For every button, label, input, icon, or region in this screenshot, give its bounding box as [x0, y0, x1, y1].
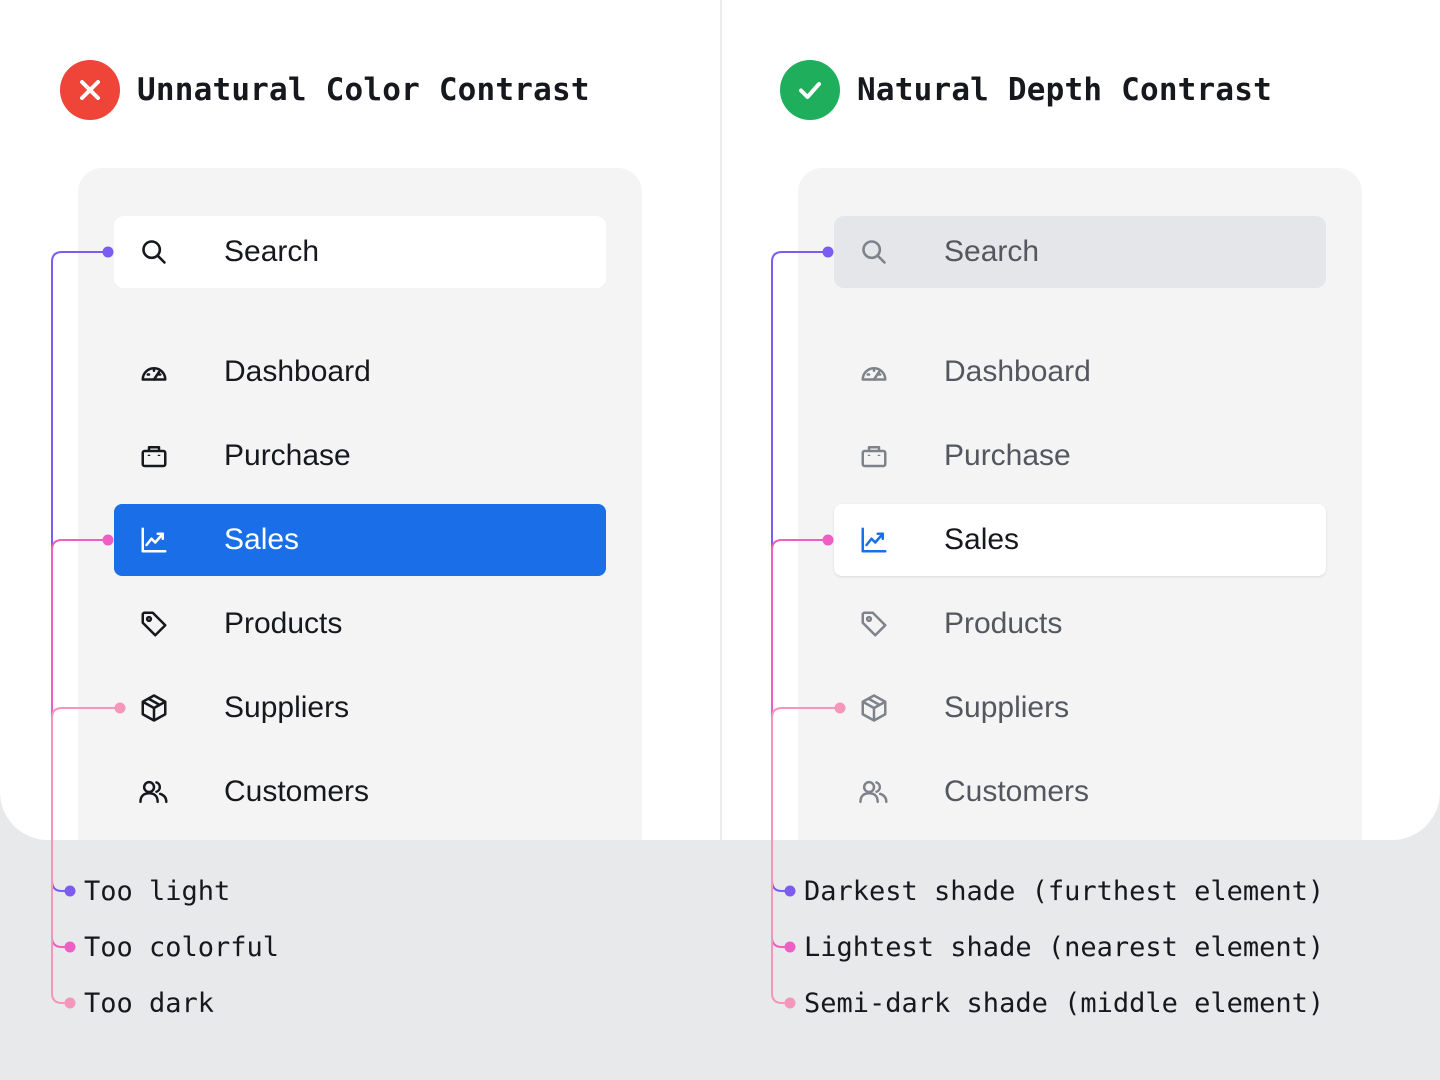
left-heading: Unnatural Color Contrast [60, 60, 590, 120]
annotation-semi-dark-shade: Semi-dark shade (middle element) [804, 988, 1325, 1019]
connector-dot [784, 997, 796, 1009]
tag-icon [858, 608, 890, 640]
sidebar-item-suppliers[interactable]: Suppliers [114, 672, 606, 744]
sidebar-item-customers[interactable]: Customers [114, 756, 606, 828]
sidebar-item-label: Dashboard [944, 355, 1091, 388]
sidebar-item-label: Purchase [224, 439, 351, 472]
trending-chart-icon [138, 524, 170, 556]
trending-chart-icon [858, 524, 890, 556]
search-label: Search [944, 235, 1040, 268]
sidebar-item-purchase[interactable]: Purchase [114, 420, 606, 492]
sidebar-item-products[interactable]: Products [834, 588, 1326, 660]
right-sidebar-panel: Search Dashboard Purchase Sales Products [798, 168, 1362, 840]
sidebar-item-products[interactable]: Products [114, 588, 606, 660]
annotation-too-light: Too light [84, 876, 231, 907]
annotation-darkest-shade: Darkest shade (furthest element) [804, 876, 1325, 907]
comparison-card: Unnatural Color Contrast Natural Depth C… [0, 0, 1440, 840]
search-icon [138, 236, 170, 268]
gauge-icon [858, 356, 890, 388]
users-icon [858, 776, 890, 808]
shopping-bag-icon [858, 440, 890, 472]
users-icon [138, 776, 170, 808]
gauge-icon [138, 356, 170, 388]
left-title: Unnatural Color Contrast [137, 72, 590, 108]
sidebar-item-customers[interactable]: Customers [834, 756, 1326, 828]
search-input[interactable]: Search [834, 216, 1326, 288]
x-icon [60, 60, 120, 120]
sidebar-item-dashboard[interactable]: Dashboard [834, 336, 1326, 408]
sidebar-item-label: Dashboard [224, 355, 371, 388]
right-heading: Natural Depth Contrast [780, 60, 1272, 120]
sidebar-item-label: Purchase [944, 439, 1071, 472]
right-title: Natural Depth Contrast [857, 72, 1272, 108]
annotation-too-dark: Too dark [84, 988, 215, 1019]
sidebar-item-label: Products [224, 607, 343, 640]
connector-dot [64, 941, 76, 953]
shopping-bag-icon [138, 440, 170, 472]
connector-dot [784, 941, 796, 953]
sidebar-item-label: Products [944, 607, 1063, 640]
connector-dot [64, 997, 76, 1009]
check-icon [780, 60, 840, 120]
sidebar-item-suppliers[interactable]: Suppliers [834, 672, 1326, 744]
column-divider [720, 0, 722, 840]
sidebar-item-sales[interactable]: Sales [114, 504, 606, 576]
package-icon [138, 692, 170, 724]
sidebar-item-label: Sales [944, 523, 1020, 556]
connector-dot [784, 885, 796, 897]
sidebar-item-label: Sales [224, 523, 300, 556]
sidebar-item-label: Suppliers [224, 691, 350, 724]
sidebar-item-sales[interactable]: Sales [834, 504, 1326, 576]
sidebar-item-label: Customers [224, 775, 370, 808]
sidebar-item-dashboard[interactable]: Dashboard [114, 336, 606, 408]
connector-dot [64, 885, 76, 897]
search-label: Search [224, 235, 320, 268]
sidebar-item-label: Suppliers [944, 691, 1070, 724]
left-sidebar-panel: Search Dashboard Purchase Sales Products [78, 168, 642, 840]
search-icon [858, 236, 890, 268]
search-input[interactable]: Search [114, 216, 606, 288]
tag-icon [138, 608, 170, 640]
annotation-lightest-shade: Lightest shade (nearest element) [804, 932, 1325, 963]
sidebar-item-label: Customers [944, 775, 1090, 808]
sidebar-item-purchase[interactable]: Purchase [834, 420, 1326, 492]
annotation-too-colorful: Too colorful [84, 932, 280, 963]
package-icon [858, 692, 890, 724]
